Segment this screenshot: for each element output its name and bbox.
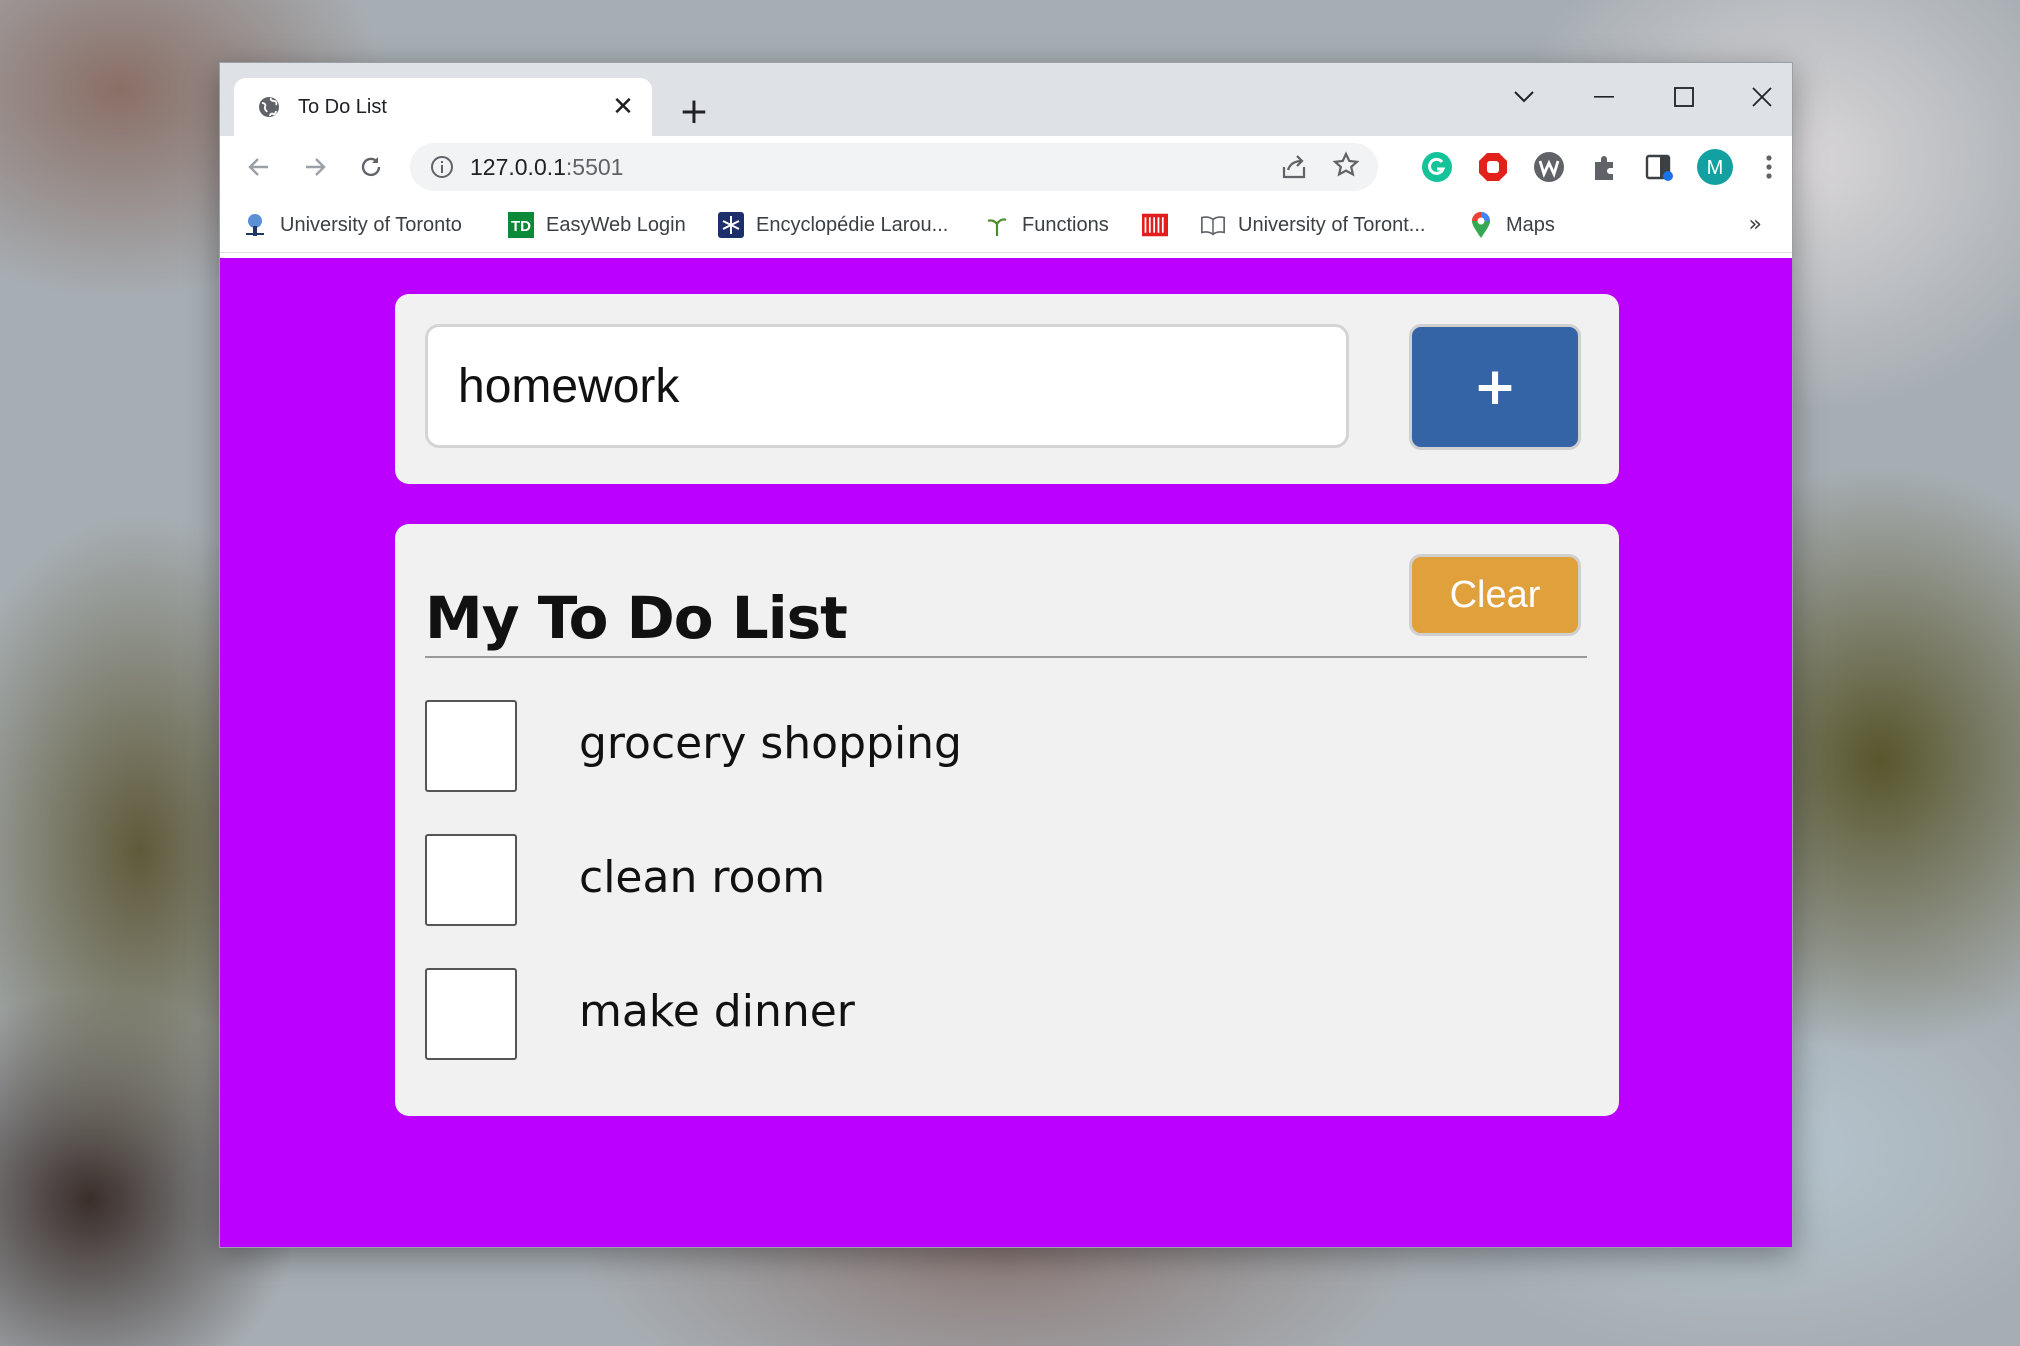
todo-item-text: clean room	[579, 852, 826, 903]
url-text: 127.0.0.1:5501	[470, 154, 623, 181]
bookmark-label: Maps	[1506, 213, 1555, 236]
url-port: :5501	[565, 153, 624, 180]
maximize-icon[interactable]	[1654, 77, 1714, 117]
todo-checkbox[interactable]	[425, 700, 517, 792]
bookmark-label: University of Toront...	[1238, 213, 1426, 236]
bookmark-red-bars[interactable]	[1142, 210, 1180, 240]
browser-tab[interactable]: To Do List ✕	[234, 78, 652, 136]
title-divider	[425, 656, 1587, 658]
bookmark-encyclopedie-larousse[interactable]: Encyclopédie Larou...	[718, 210, 948, 240]
new-tab-button[interactable]: +	[674, 91, 714, 132]
bookmark-label: EasyWeb Login	[546, 213, 686, 236]
tab-search-icon[interactable]	[1494, 77, 1554, 117]
side-panel-icon[interactable]	[1640, 148, 1678, 186]
larousse-star-icon	[718, 212, 744, 238]
grammarly-icon[interactable]	[1418, 148, 1456, 186]
todo-item-text: make dinner	[579, 986, 855, 1037]
input-card: +	[395, 294, 1619, 484]
close-tab-icon[interactable]: ✕	[608, 92, 638, 122]
bookmark-easyweb-login[interactable]: TD EasyWeb Login	[508, 210, 686, 240]
list-title: My To Do List	[425, 584, 848, 652]
list-card: My To Do List Clear grocery shopping cle…	[395, 524, 1619, 1116]
url-host: 127.0.0.1	[470, 153, 566, 180]
tab-title: To Do List	[298, 95, 387, 118]
red-bars-icon	[1142, 212, 1168, 238]
bookmark-functions[interactable]: Functions	[984, 210, 1109, 240]
bookmark-university-of-toronto[interactable]: University of Toronto	[242, 210, 462, 240]
info-icon[interactable]	[428, 153, 456, 181]
profile-avatar[interactable]: M	[1696, 148, 1734, 186]
close-window-icon[interactable]	[1732, 77, 1792, 117]
profile-initial: M	[1707, 157, 1724, 179]
add-button[interactable]: +	[1409, 324, 1581, 450]
bookmark-label: Functions	[1022, 213, 1109, 236]
todo-page: + My To Do List Clear grocery shopping c…	[220, 258, 1792, 1247]
back-icon[interactable]	[238, 146, 280, 188]
clear-button[interactable]: Clear	[1409, 554, 1581, 636]
bookmark-label: University of Toronto	[280, 213, 462, 236]
book-icon	[1200, 212, 1226, 238]
bookmark-star-icon[interactable]	[1332, 151, 1360, 186]
svg-text:TD: TD	[511, 218, 531, 235]
address-bar[interactable]: 127.0.0.1:5501	[410, 143, 1378, 191]
bookmarks-bar: University of Toronto TD EasyWeb Login E…	[220, 198, 1792, 253]
todo-checkbox[interactable]	[425, 834, 517, 926]
extensions-puzzle-icon[interactable]	[1586, 148, 1624, 186]
title-bar: To Do List ✕ +	[220, 63, 1792, 136]
todo-item: make dinner	[425, 968, 1585, 1064]
sprout-icon	[984, 212, 1010, 238]
td-logo-icon: TD	[508, 212, 534, 238]
todo-checkbox[interactable]	[425, 968, 517, 1060]
adblock-icon[interactable]	[1474, 148, 1512, 186]
uoft-crest-icon	[242, 212, 268, 238]
bookmark-maps[interactable]: Maps	[1468, 210, 1555, 240]
menu-kebab-icon[interactable]	[1750, 148, 1788, 186]
browser-window: To Do List ✕ + 127.0.0.1:5501 M Universi…	[219, 62, 1793, 1248]
bookmarks-overflow-icon[interactable]: »	[1749, 212, 1762, 237]
maps-pin-icon	[1468, 212, 1494, 238]
todo-input[interactable]	[425, 324, 1349, 448]
reload-icon[interactable]	[350, 146, 392, 188]
share-icon[interactable]	[1280, 153, 1308, 185]
wordtune-icon[interactable]	[1530, 148, 1568, 186]
globe-icon	[256, 94, 282, 120]
bookmark-university-of-toronto-2[interactable]: University of Toront...	[1200, 210, 1425, 240]
minimize-icon[interactable]	[1574, 77, 1634, 117]
todo-item-text: grocery shopping	[579, 718, 962, 769]
bookmark-label: Encyclopédie Larou...	[756, 213, 949, 236]
forward-icon[interactable]	[294, 146, 336, 188]
browser-toolbar: 127.0.0.1:5501 M	[220, 136, 1792, 198]
todo-item: clean room	[425, 834, 1585, 930]
todo-item: grocery shopping	[425, 700, 1585, 796]
